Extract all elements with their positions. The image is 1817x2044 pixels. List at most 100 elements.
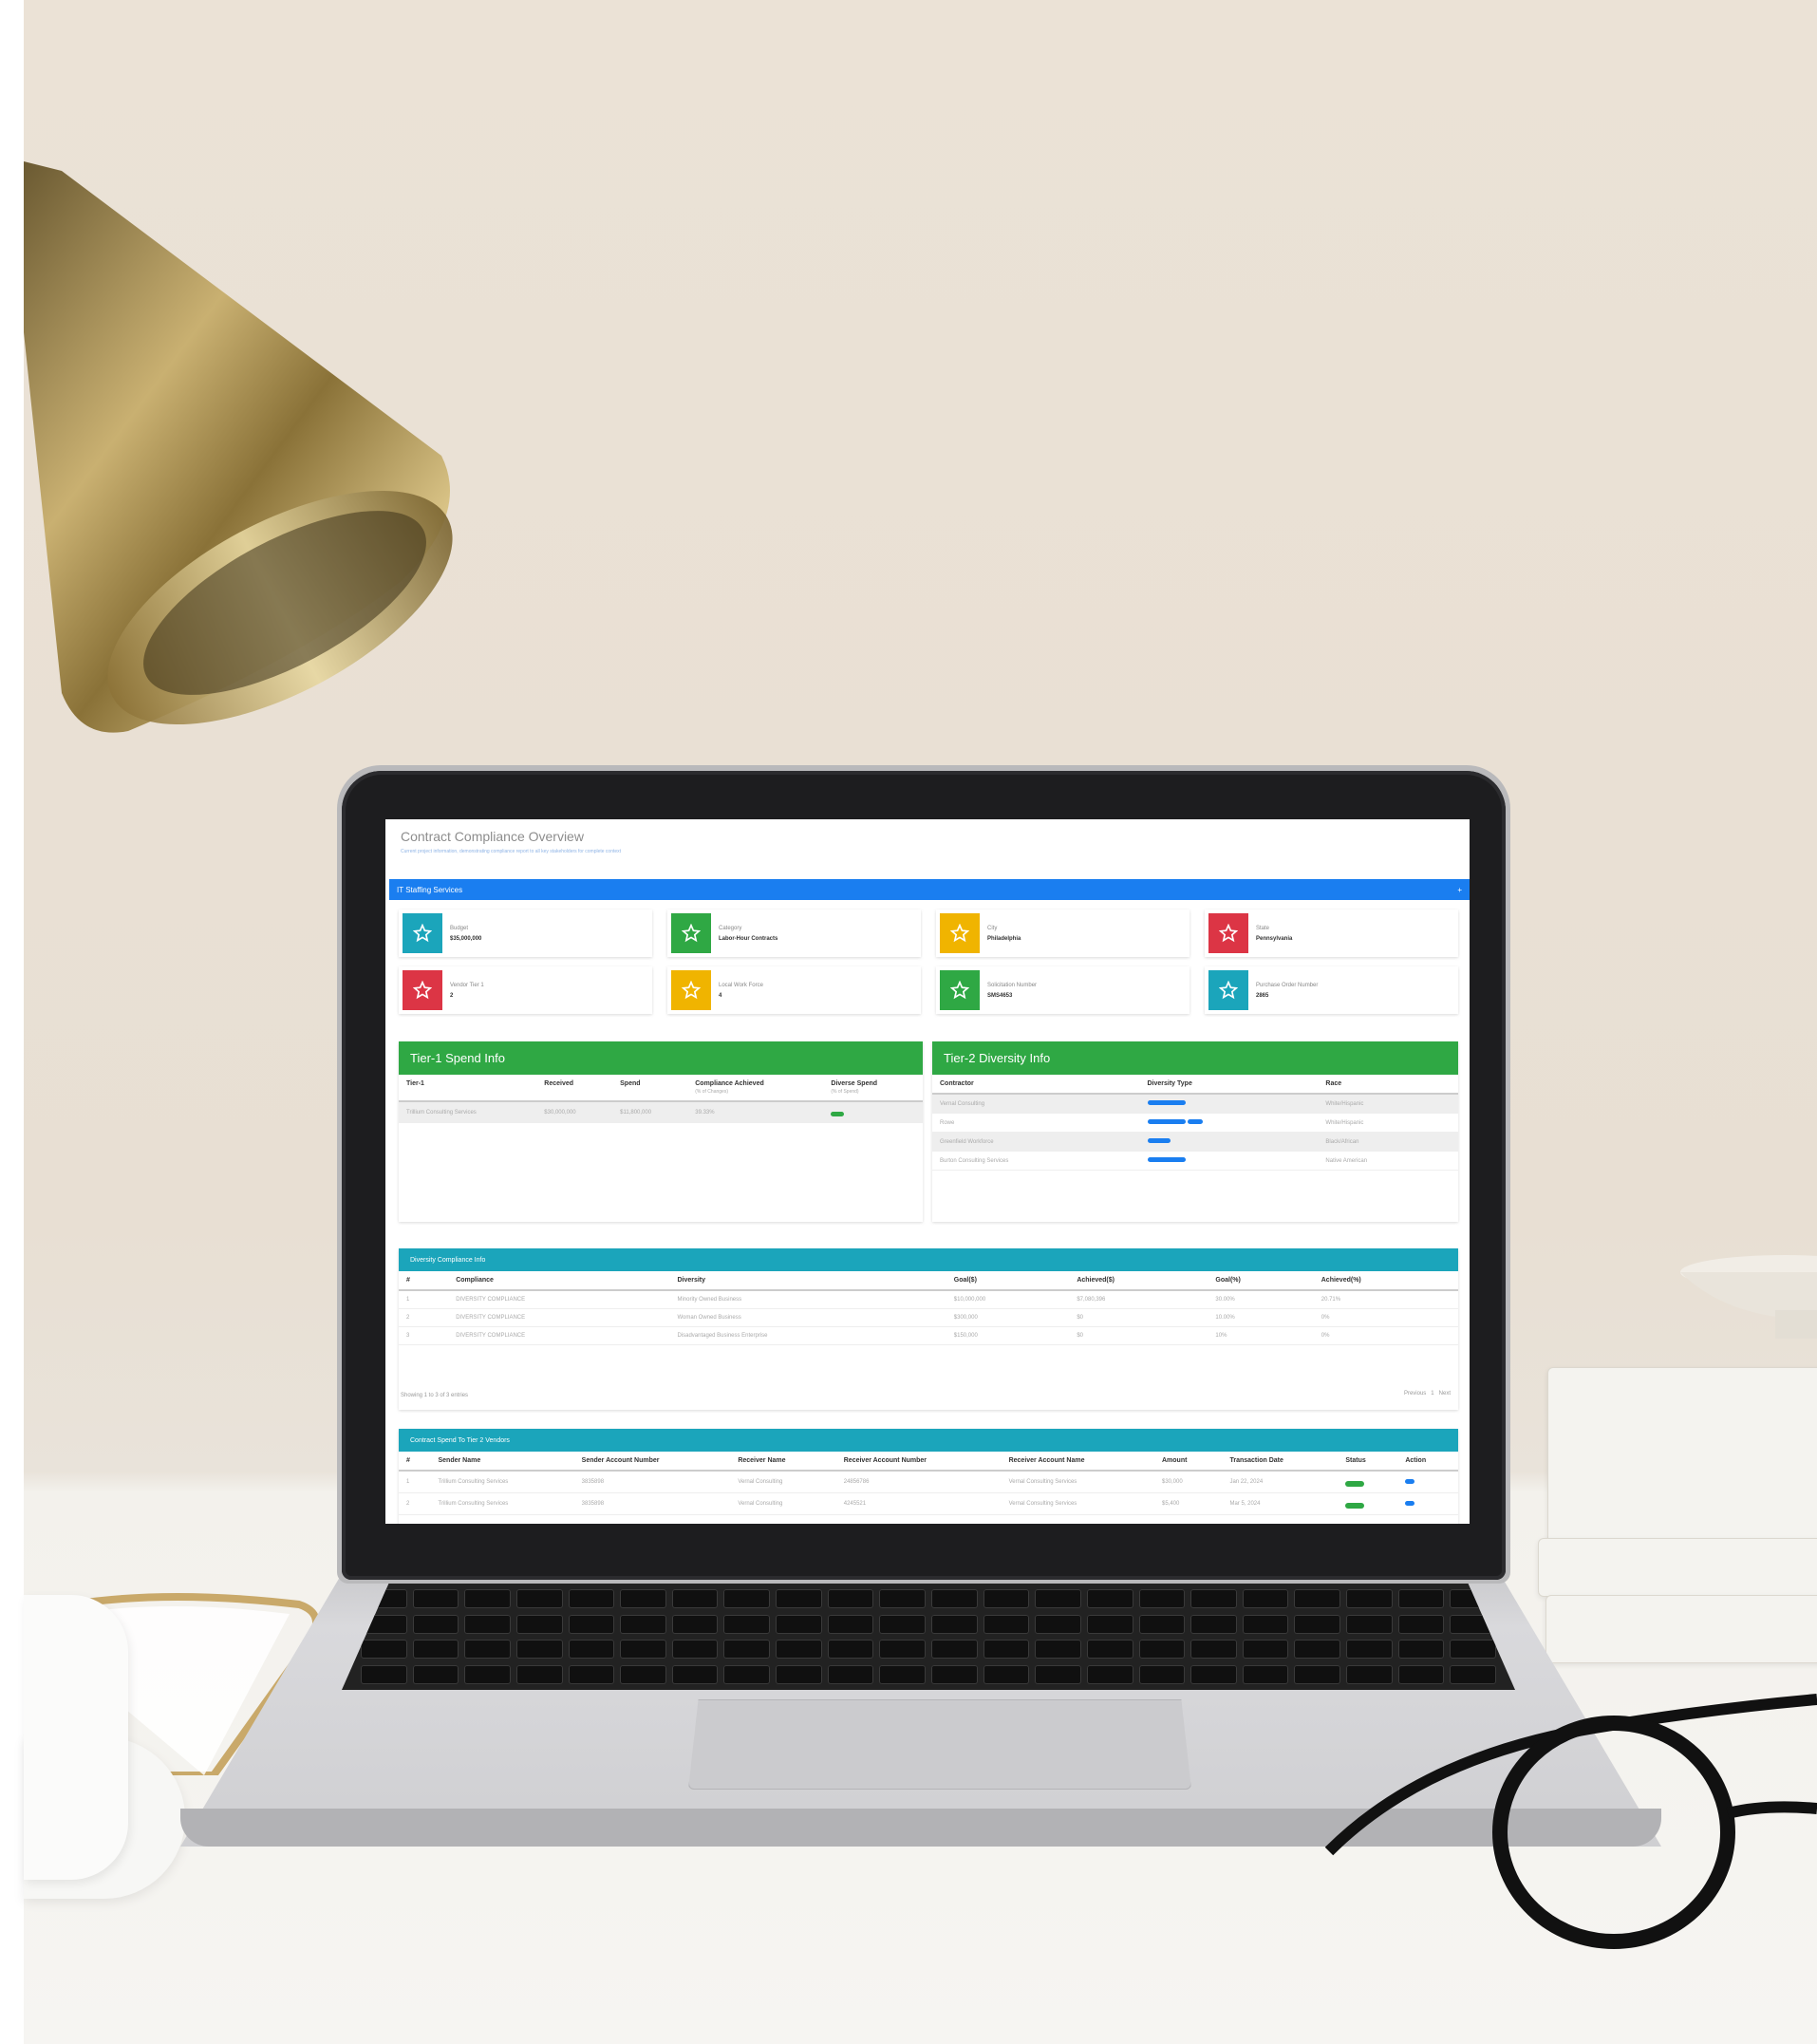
table-cell: 3835898 bbox=[573, 1492, 731, 1515]
column-header[interactable]: Spend bbox=[612, 1075, 688, 1102]
keyboard-key bbox=[1397, 1614, 1445, 1634]
keyboard-key bbox=[671, 1664, 719, 1684]
page-title: Contract Compliance Overview bbox=[401, 829, 584, 844]
summary-card: City Philadelphia bbox=[936, 909, 1189, 957]
column-header[interactable]: Receiver Name bbox=[730, 1452, 836, 1472]
keyboard-key bbox=[723, 1640, 771, 1659]
table-cell: DIVERSITY COMPLIANCE bbox=[448, 1326, 670, 1345]
column-header-sub: (% of Changes) bbox=[695, 1089, 728, 1095]
column-header[interactable]: Diversity bbox=[669, 1271, 946, 1291]
keyboard-key bbox=[723, 1664, 771, 1684]
column-header[interactable]: Status bbox=[1338, 1452, 1398, 1472]
table-cell: Woman Owned Business bbox=[669, 1308, 946, 1327]
table-row: Trillium Consulting Services $30,000,000 $… bbox=[399, 1101, 923, 1123]
column-header[interactable]: # bbox=[399, 1452, 431, 1472]
table-cell: DIVERSITY COMPLIANCE bbox=[448, 1308, 670, 1327]
column-header[interactable]: Receiver Account Name bbox=[1001, 1452, 1154, 1472]
expand-toggle-icon[interactable]: + bbox=[1457, 886, 1462, 894]
keyboard-key bbox=[1190, 1640, 1237, 1659]
column-header[interactable]: Compliance Achieved (% of Changes) bbox=[687, 1075, 824, 1102]
keyboard-key bbox=[620, 1664, 666, 1684]
tier1-table: Tier-1 Received Spend Compliance Achieved (%… bbox=[399, 1075, 923, 1123]
keyboard-key bbox=[361, 1664, 407, 1684]
column-header[interactable]: Amount bbox=[1154, 1452, 1223, 1472]
keyboard-key bbox=[412, 1640, 459, 1659]
table-cell: Burton Consulting Services bbox=[932, 1151, 1140, 1171]
column-header[interactable]: Tier-1 bbox=[399, 1075, 537, 1102]
column-header[interactable]: Achieved(%) bbox=[1313, 1271, 1458, 1291]
column-header[interactable]: Received bbox=[536, 1075, 613, 1102]
summary-card: Budget $35,000,000 bbox=[399, 909, 652, 957]
diversity-panel: Diversity Compliance Info # Compliance Div… bbox=[399, 1248, 1458, 1410]
column-header[interactable]: Diverse Spend (% of Spend) bbox=[823, 1075, 923, 1102]
column-header[interactable]: Transaction Date bbox=[1222, 1452, 1339, 1472]
star-icon bbox=[671, 913, 711, 953]
keyboard-key bbox=[1242, 1614, 1289, 1634]
table-cell: Rowe bbox=[932, 1113, 1140, 1133]
diversity-type-badge bbox=[1147, 1119, 1186, 1124]
table-cell: 24856786 bbox=[835, 1471, 1002, 1493]
table-cell: Vernal Consulting Services bbox=[1001, 1492, 1154, 1515]
table-cell: 10% bbox=[1208, 1326, 1314, 1345]
entries-info: Showing 1 to 3 of 3 entries bbox=[401, 1393, 469, 1398]
table-cell: $7,080,396 bbox=[1069, 1290, 1208, 1309]
table-cell: $150,000 bbox=[946, 1326, 1070, 1345]
keyboard-key bbox=[515, 1664, 563, 1684]
keyboard-key bbox=[1138, 1614, 1186, 1634]
column-header[interactable]: Race bbox=[1318, 1075, 1458, 1095]
status-badge: Success bbox=[1345, 1481, 1365, 1487]
column-header[interactable]: Action bbox=[1397, 1452, 1458, 1472]
summary-card-text: Local Work Force 4 bbox=[719, 983, 763, 999]
column-header[interactable]: Sender Name bbox=[430, 1452, 574, 1472]
view-icon[interactable] bbox=[1405, 1478, 1415, 1484]
keyboard-key bbox=[464, 1589, 511, 1608]
status-cell: Success bbox=[1338, 1492, 1398, 1515]
star-icon bbox=[1208, 913, 1248, 953]
column-header[interactable]: Contractor bbox=[932, 1075, 1140, 1095]
keyboard-key bbox=[1294, 1614, 1341, 1634]
column-header[interactable]: Receiver Account Number bbox=[835, 1452, 1002, 1472]
laptop-screen: Contract Compliance Overview Current pro… bbox=[385, 819, 1470, 1524]
diversity-type-badge bbox=[1147, 1100, 1186, 1105]
keyboard-key bbox=[879, 1614, 926, 1634]
table-cell: $0 bbox=[1069, 1308, 1208, 1327]
star-icon bbox=[940, 913, 980, 953]
column-header-label: Received bbox=[544, 1080, 574, 1087]
transactions-table: # Sender Name Sender Account Number Receive… bbox=[399, 1452, 1458, 1515]
keyboard-key bbox=[515, 1614, 563, 1634]
pagination-page[interactable]: 1 bbox=[1431, 1391, 1433, 1397]
section-bar[interactable]: IT Staffing Services + bbox=[389, 879, 1470, 900]
pagination-previous[interactable]: Previous bbox=[1404, 1391, 1426, 1397]
view-icon[interactable] bbox=[1405, 1500, 1415, 1506]
column-header[interactable]: Compliance bbox=[448, 1271, 670, 1291]
table-cell: 0% bbox=[1313, 1326, 1458, 1345]
table-cell: 100% bbox=[823, 1101, 923, 1123]
table-cell: Trillium Consulting Services bbox=[430, 1492, 574, 1515]
table-cell: Vernal Consulting bbox=[730, 1492, 836, 1515]
column-header[interactable]: Sender Account Number bbox=[573, 1452, 731, 1472]
column-header[interactable]: Goal(%) bbox=[1208, 1271, 1314, 1291]
table-cell: Vernal Consulting bbox=[730, 1471, 836, 1493]
column-header[interactable]: Goal($) bbox=[946, 1271, 1070, 1291]
keyboard-key bbox=[620, 1589, 666, 1608]
table-cell: $0 bbox=[1069, 1326, 1208, 1345]
column-header[interactable]: # bbox=[399, 1271, 449, 1291]
table-cell: Minority Owned Business bbox=[669, 1290, 946, 1309]
table-row: 2 Trillium Consulting Services 3835898 Vern… bbox=[399, 1492, 1458, 1515]
column-header[interactable]: Achieved($) bbox=[1069, 1271, 1208, 1291]
keyboard-key bbox=[671, 1589, 719, 1608]
summary-card-label: Vendor Tier 1 bbox=[450, 982, 484, 988]
table-cell: Native American bbox=[1318, 1151, 1458, 1171]
table-row: Rowe White/Hispanic bbox=[932, 1113, 1458, 1133]
table-cell: DIVERSITY COMPLIANCE bbox=[448, 1290, 670, 1309]
summary-card-value: 4 bbox=[719, 992, 722, 999]
book-stack bbox=[1538, 1348, 1817, 1671]
column-header-label: Spend bbox=[620, 1080, 641, 1087]
diversity-type-badge bbox=[1187, 1119, 1203, 1124]
column-header[interactable]: Diversity Type bbox=[1139, 1075, 1319, 1095]
pagination-next[interactable]: Next bbox=[1439, 1391, 1451, 1397]
table-cell: Vernal Consulting bbox=[932, 1094, 1140, 1114]
column-header-label: Diverse Spend bbox=[831, 1080, 878, 1087]
table-cell: Trillium Consulting Services bbox=[430, 1471, 574, 1493]
keyboard-key bbox=[568, 1589, 615, 1608]
